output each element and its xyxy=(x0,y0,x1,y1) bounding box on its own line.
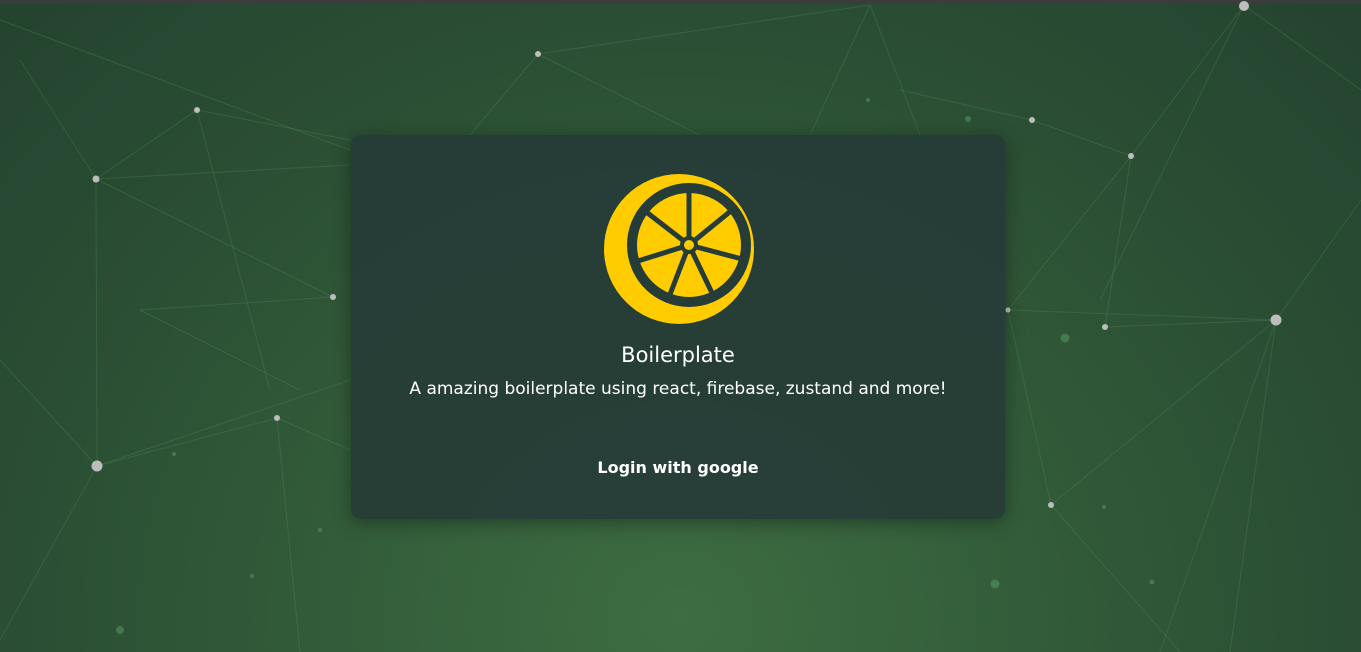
login-with-google-button[interactable]: Login with google xyxy=(578,449,778,485)
login-card: Boilerplate A amazing boilerplate using … xyxy=(351,135,1005,519)
app-subtitle: A amazing boilerplate using react, fireb… xyxy=(409,379,947,399)
app-title: Boilerplate xyxy=(621,343,735,367)
lemon-slice-icon xyxy=(604,174,754,324)
